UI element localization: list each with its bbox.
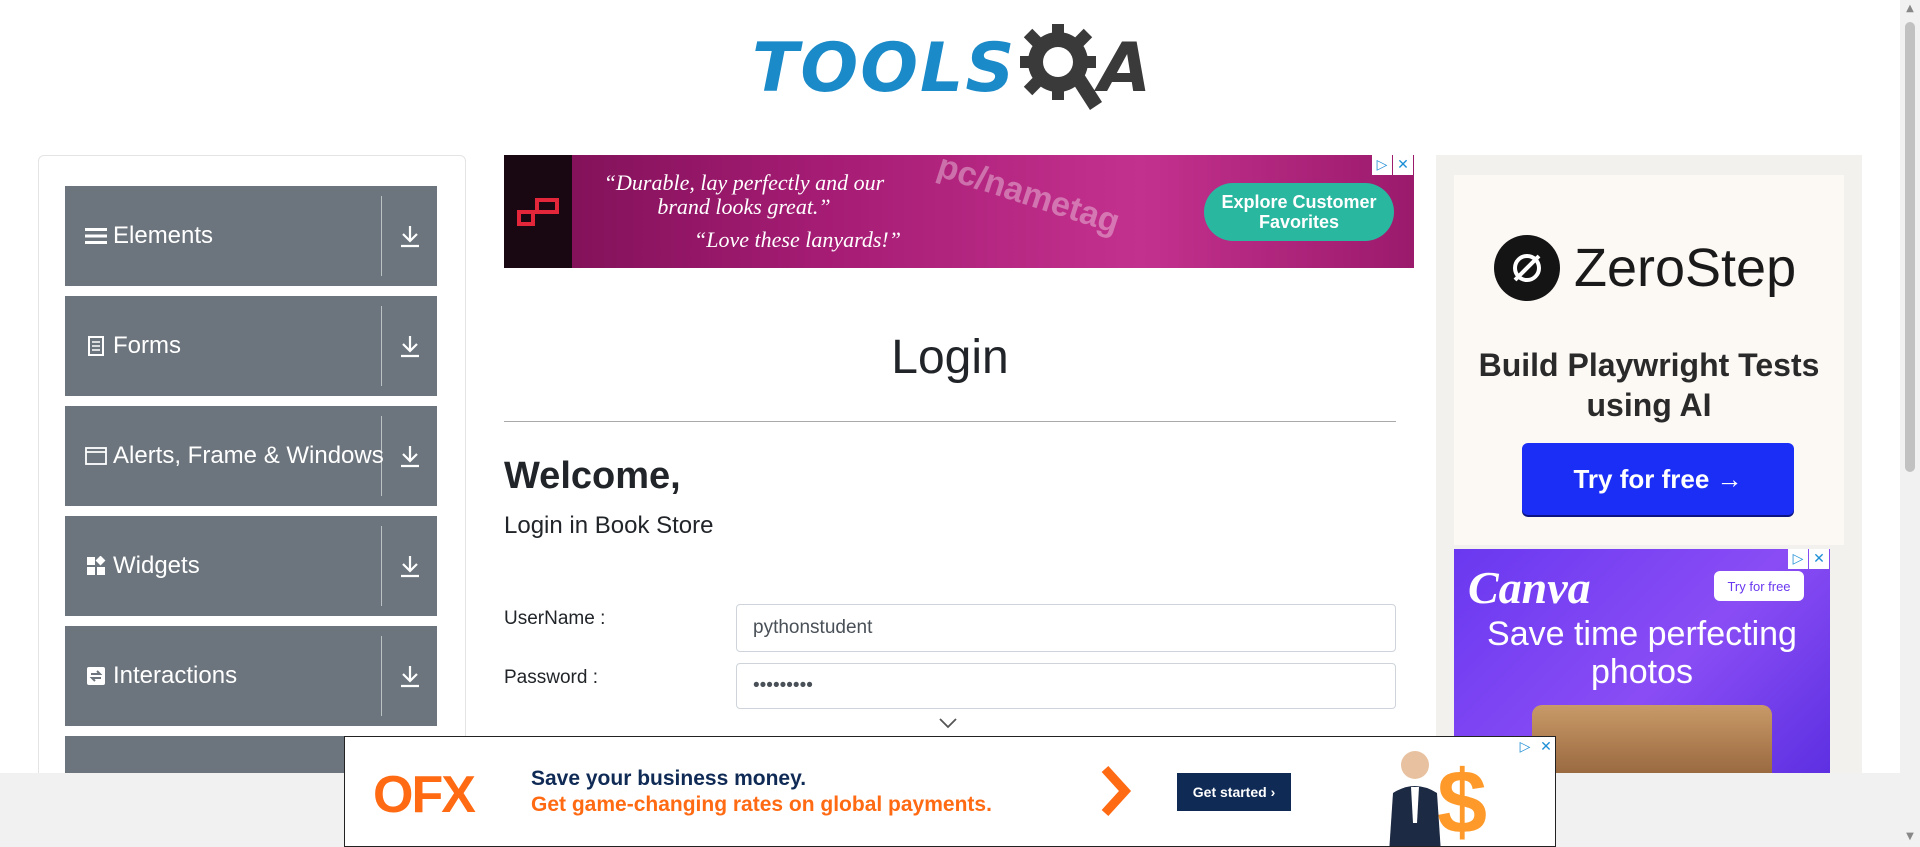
swap-icon bbox=[85, 666, 107, 686]
zerostep-ad[interactable]: ZeroStep Build Playwright Tests using AI… bbox=[1454, 175, 1844, 545]
password-field[interactable]: ••••••••• bbox=[736, 663, 1396, 709]
scrollbar-thumb[interactable] bbox=[1905, 22, 1915, 472]
sidebar-group-interactions[interactable]: Interactions bbox=[65, 626, 437, 726]
hamburger-icon bbox=[85, 227, 107, 245]
ofx-logo: OFX bbox=[373, 766, 476, 824]
ad-quote: “Durable, lay perfectly and our brand lo… bbox=[603, 170, 885, 219]
top-banner-ad[interactable]: “Durable, lay perfectly and our brand lo… bbox=[504, 155, 1414, 268]
widgets-icon bbox=[85, 556, 107, 576]
zerostep-logo: ZeroStep bbox=[1494, 235, 1796, 301]
logo-suffix: A bbox=[1098, 28, 1151, 108]
ad-choices-badge[interactable]: ▷ ✕ bbox=[1515, 737, 1555, 757]
sidebar-group-alerts-frame-windows[interactable]: Alerts, Frame & Windows bbox=[65, 406, 437, 506]
sidebar-group-label: Alerts, Frame & Windows bbox=[113, 442, 384, 469]
document-icon bbox=[85, 336, 107, 356]
ad-brand-logo bbox=[504, 155, 572, 268]
sidebar-group-label: Widgets bbox=[113, 552, 200, 579]
ad-choices-badge[interactable]: ▷ ✕ bbox=[1788, 549, 1829, 569]
canva-photo bbox=[1532, 705, 1772, 775]
chevron-down-icon[interactable] bbox=[938, 716, 958, 730]
username-field[interactable]: pythonstudent bbox=[736, 604, 1396, 652]
sidebar-group-label: Forms bbox=[113, 332, 181, 359]
businessman-image: $ bbox=[1389, 751, 1487, 847]
download-arrow-icon[interactable] bbox=[395, 441, 425, 471]
zerostep-tagline: Build Playwright Tests using AI bbox=[1478, 347, 1820, 423]
logo-text: TOOLS bbox=[752, 28, 1017, 108]
zerostep-icon bbox=[1494, 235, 1560, 301]
toolsqa-logo[interactable]: TOOLS A bbox=[752, 18, 1152, 118]
bottom-sticky-ad[interactable]: OFX Save your business money. Get game-c… bbox=[344, 736, 1556, 847]
ofx-subline: Get game-changing rates on global paymen… bbox=[531, 793, 992, 816]
chevron-right-icon bbox=[1101, 765, 1132, 817]
try-for-free-button[interactable]: Try for free → bbox=[1522, 443, 1794, 515]
close-icon[interactable]: ✕ bbox=[1536, 737, 1555, 757]
title-divider bbox=[504, 421, 1396, 422]
zerostep-brand: ZeroStep bbox=[1574, 238, 1797, 298]
username-label: UserName : bbox=[504, 608, 606, 629]
gear-magnifier-icon bbox=[1020, 24, 1103, 110]
header: TOOLS A bbox=[0, 0, 1900, 140]
scroll-down-icon[interactable]: ▼ bbox=[1905, 832, 1915, 842]
svg-text:$: $ bbox=[1437, 753, 1487, 847]
password-label: Password : bbox=[504, 667, 598, 688]
canva-logo: Canva bbox=[1468, 562, 1591, 613]
ad-choices-icon[interactable]: ▷ bbox=[1788, 549, 1808, 569]
download-arrow-icon[interactable] bbox=[395, 221, 425, 251]
ad-watermark: pc/nametag bbox=[932, 155, 1125, 242]
window-icon bbox=[85, 447, 107, 465]
username-value: pythonstudent bbox=[753, 617, 873, 638]
get-started-button[interactable]: Get started › bbox=[1177, 773, 1291, 811]
ad-quote: “Love these lanyards!” bbox=[694, 227, 901, 252]
download-arrow-icon[interactable] bbox=[395, 331, 425, 361]
sidebar-group-label: Interactions bbox=[113, 662, 238, 689]
divider bbox=[381, 526, 382, 606]
scroll-up-icon[interactable]: ▲ bbox=[1905, 4, 1915, 14]
password-value: ••••••••• bbox=[753, 675, 813, 696]
ofx-headline: Save your business money. bbox=[531, 767, 807, 790]
sidebar-group-widgets[interactable]: Widgets bbox=[65, 516, 437, 616]
download-arrow-icon[interactable] bbox=[395, 661, 425, 691]
vertical-scrollbar[interactable]: ▲ ▼ bbox=[1900, 0, 1920, 847]
login-subtitle: Login in Book Store bbox=[504, 512, 714, 539]
canva-message: Save time perfecting photos bbox=[1487, 615, 1797, 691]
right-ad[interactable]: ZeroStep Build Playwright Tests using AI… bbox=[1436, 155, 1862, 775]
ad-choices-badge[interactable]: ▷ ✕ bbox=[1372, 155, 1413, 175]
close-icon[interactable]: ✕ bbox=[1809, 549, 1829, 569]
ad-choices-icon[interactable]: ▷ bbox=[1515, 737, 1535, 757]
download-arrow-icon[interactable] bbox=[395, 551, 425, 581]
close-icon[interactable]: ✕ bbox=[1393, 155, 1413, 175]
sidebar-group-forms[interactable]: Forms bbox=[65, 296, 437, 396]
divider bbox=[381, 416, 382, 496]
page-title: Login bbox=[891, 331, 1009, 384]
canva-try-button[interactable]: Try for free bbox=[1714, 571, 1804, 601]
welcome-heading: Welcome, bbox=[504, 455, 681, 497]
divider bbox=[381, 306, 382, 386]
sidebar-group-label: Elements bbox=[113, 222, 214, 249]
sidebar-group-elements[interactable]: Elements bbox=[65, 186, 437, 286]
ad-choices-icon[interactable]: ▷ bbox=[1372, 155, 1392, 175]
divider bbox=[381, 196, 382, 276]
divider bbox=[381, 636, 382, 716]
explore-favorites-button[interactable]: Explore Customer Favorites bbox=[1204, 183, 1394, 241]
